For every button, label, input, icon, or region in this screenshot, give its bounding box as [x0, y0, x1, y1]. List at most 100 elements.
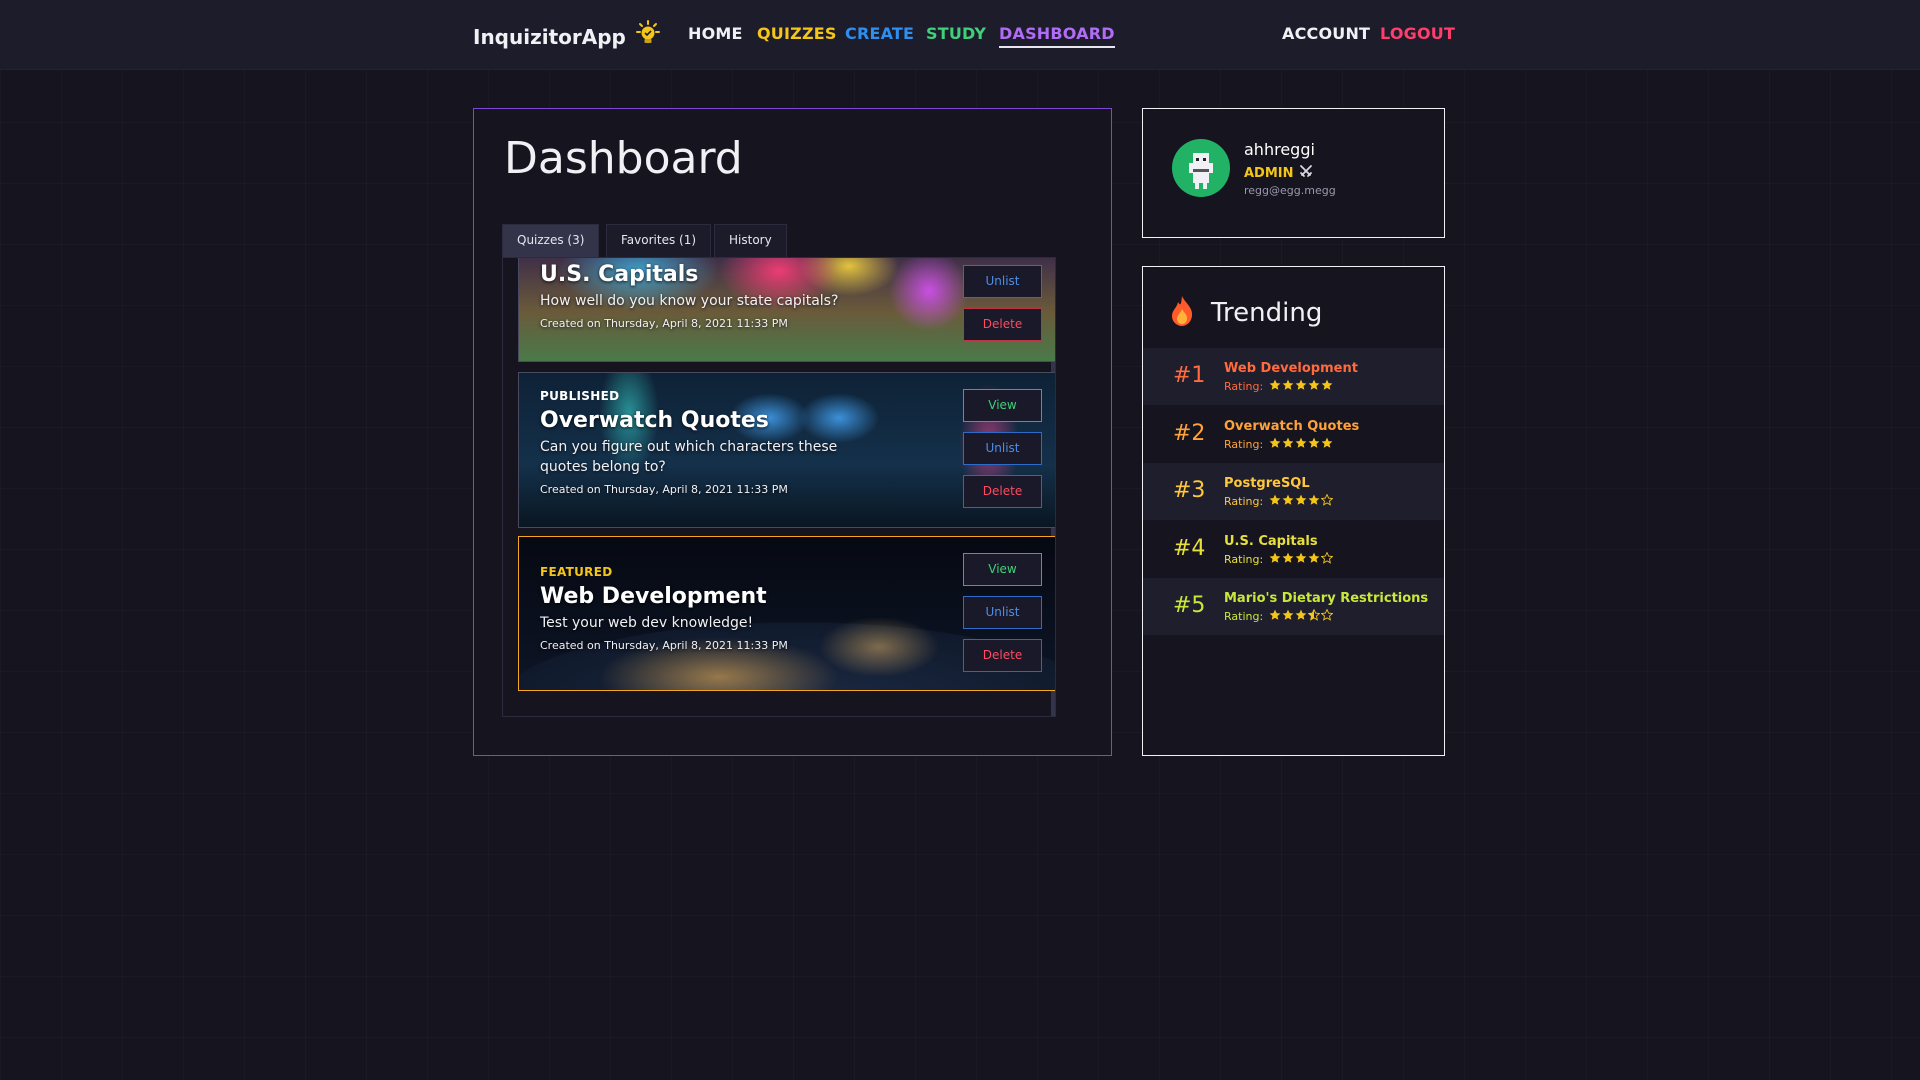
trending-quiz-name[interactable]: Web Development — [1224, 361, 1358, 376]
star-rating — [1269, 379, 1333, 394]
brand-logo[interactable]: InquizitorApp — [473, 20, 662, 53]
delete-button[interactable]: Delete — [963, 475, 1042, 508]
star-rating — [1269, 493, 1334, 509]
trending-item[interactable]: #1 Web Development Rating: — [1143, 348, 1444, 405]
star-rating — [1269, 551, 1334, 567]
brand-name: InquizitorApp — [473, 24, 626, 49]
profile-panel: ahhreggi ADMIN regg@egg.megg — [1142, 108, 1445, 238]
role-label: ADMIN — [1244, 165, 1294, 181]
swords-icon — [1299, 164, 1313, 182]
star-icon — [1282, 494, 1294, 509]
star-icon — [1320, 608, 1334, 624]
nav-create[interactable]: CREATE — [845, 24, 914, 43]
trending-rank: #3 — [1173, 478, 1206, 503]
star-icon — [1295, 609, 1307, 624]
star-rating — [1269, 608, 1334, 624]
tab-favorites[interactable]: Favorites (1) — [606, 224, 712, 258]
trending-rank: #4 — [1173, 535, 1206, 561]
star-icon — [1282, 379, 1294, 394]
card-description: Can you figure out which characters thes… — [540, 439, 838, 475]
trending-quiz-name[interactable]: U.S. Capitals — [1224, 534, 1318, 549]
nav-study[interactable]: STUDY — [926, 24, 986, 43]
nav-home[interactable]: HOME — [688, 24, 743, 43]
navbar: InquizitorApp HOME QUIZZES CREATE STUDY … — [0, 0, 1920, 70]
trending-panel: Trending #1 Web Development Rating: #2 Overw… — [1142, 266, 1445, 756]
trending-quiz-name[interactable]: Overwatch Quotes — [1224, 419, 1359, 434]
view-button[interactable]: View — [963, 553, 1042, 586]
tab-quizzes[interactable]: Quizzes (3) — [502, 224, 600, 258]
star-icon — [1269, 379, 1281, 394]
trending-quiz-name[interactable]: PostgreSQL — [1224, 476, 1310, 491]
star-icon — [1320, 551, 1334, 567]
trending-rating: Rating: — [1224, 493, 1334, 509]
trending-title: Trending — [1211, 298, 1323, 328]
star-icon — [1269, 494, 1281, 509]
star-icon — [1295, 379, 1307, 394]
star-icon — [1282, 609, 1294, 624]
card-status-badge: PUBLISHED — [540, 389, 620, 403]
trending-item[interactable]: #5 Mario's Dietary Restrictions Rating: — [1143, 578, 1444, 635]
avatar[interactable] — [1172, 139, 1230, 197]
unlist-button[interactable]: Unlist — [963, 432, 1042, 465]
trending-item[interactable]: #3 PostgreSQL Rating: — [1143, 463, 1444, 520]
nav-account[interactable]: ACCOUNT — [1282, 24, 1370, 43]
role-badge: ADMIN — [1244, 164, 1313, 182]
star-icon — [1295, 494, 1307, 509]
delete-button[interactable]: Delete — [963, 639, 1042, 672]
star-icon — [1308, 379, 1320, 394]
star-rating — [1269, 437, 1333, 452]
trending-rating: Rating: — [1224, 551, 1334, 567]
star-icon — [1269, 552, 1281, 567]
star-icon — [1282, 437, 1294, 452]
rating-label: Rating: — [1224, 552, 1264, 566]
star-icon — [1295, 437, 1307, 452]
nav-logout[interactable]: LOGOUT — [1380, 24, 1455, 43]
rating-label: Rating: — [1224, 495, 1264, 508]
card-title: Overwatch Quotes — [540, 408, 769, 433]
trending-item[interactable]: #4 U.S. Capitals Rating: — [1143, 521, 1444, 578]
star-icon — [1308, 494, 1320, 509]
star-icon — [1308, 437, 1320, 452]
star-icon — [1308, 552, 1320, 567]
trending-rank: #2 — [1173, 420, 1206, 446]
view-button[interactable]: View — [963, 389, 1042, 422]
trending-quiz-name[interactable]: Mario's Dietary Restrictions — [1224, 591, 1428, 606]
nav-dashboard[interactable]: DASHBOARD — [999, 24, 1115, 48]
dashboard-panel: Dashboard Quizzes (3) Favorites (1) Hist… — [473, 108, 1112, 756]
username: ahhreggi — [1244, 140, 1315, 159]
delete-button[interactable]: Delete — [963, 308, 1042, 341]
trending-rank: #1 — [1173, 363, 1206, 388]
trending-rating: Rating: — [1224, 379, 1333, 394]
star-icon — [1282, 552, 1294, 567]
star-icon — [1307, 608, 1321, 624]
rating-label: Rating: — [1224, 610, 1264, 623]
star-icon — [1295, 552, 1307, 567]
email: regg@egg.megg — [1244, 184, 1336, 197]
unlist-button[interactable]: Unlist — [963, 265, 1042, 298]
star-icon — [1269, 437, 1281, 452]
rating-label: Rating: — [1224, 380, 1264, 393]
trending-rating: Rating: — [1224, 437, 1333, 452]
page-title: Dashboard — [504, 133, 743, 184]
quiz-card-web-development: FEATURED Web Development Test your web d… — [518, 536, 1055, 691]
lightbulb-icon — [634, 20, 662, 53]
star-icon — [1321, 379, 1333, 394]
card-date: Created on Thursday, April 8, 2021 11:33… — [540, 639, 788, 652]
card-date: Created on Thursday, April 8, 2021 11:33… — [540, 483, 788, 496]
star-icon — [1320, 493, 1334, 509]
card-status-badge: FEATURED — [540, 565, 613, 579]
card-date: Created on Thursday, April 8, 2021 11:33… — [540, 317, 788, 330]
rating-label: Rating: — [1224, 437, 1264, 451]
nav-quizzes[interactable]: QUIZZES — [757, 24, 837, 43]
card-description: Test your web dev knowledge! — [540, 615, 754, 631]
quiz-list: U.S. Capitals How well do you know your … — [502, 257, 1056, 717]
star-icon — [1321, 437, 1333, 452]
card-title: Web Development — [540, 584, 767, 609]
tab-history[interactable]: History — [714, 224, 787, 258]
quiz-card-overwatch-quotes: PUBLISHED Overwatch Quotes Can you figur… — [518, 372, 1055, 528]
unlist-button[interactable]: Unlist — [963, 596, 1042, 629]
fire-icon — [1169, 295, 1195, 331]
card-title: U.S. Capitals — [540, 262, 699, 287]
trending-item[interactable]: #2 Overwatch Quotes Rating: — [1143, 406, 1444, 463]
trending-rank: #5 — [1173, 593, 1206, 618]
